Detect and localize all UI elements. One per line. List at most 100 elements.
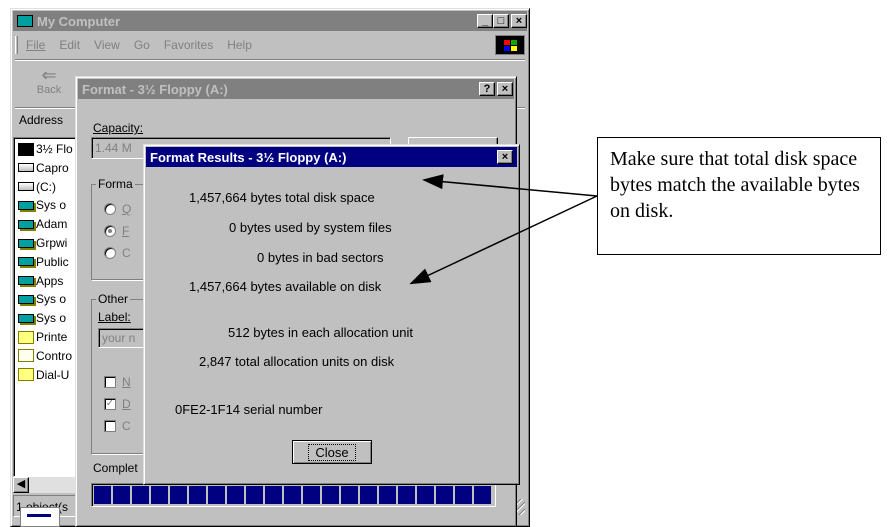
allocation-unit-size: 512 bytes in each allocation unit [228,325,414,340]
back-label: Back [36,84,62,96]
minimize-button[interactable]: _ [477,14,493,28]
progress-block [379,486,396,504]
capro-icon [18,163,34,173]
bad-sectors-bytes: 0 bytes in bad sectors [257,250,384,265]
tree-item[interactable]: (C:) [18,178,56,196]
progress-fill [94,486,491,504]
tree-item[interactable]: 3½ Flo [18,140,73,158]
back-button[interactable]: ⇐ Back [29,66,69,96]
progress-block [246,486,263,504]
format-dialog-title: Format - 3½ Floppy (A:) [82,81,228,97]
no-label-checkbox-label: N [122,375,131,389]
menu-view[interactable]: View [94,38,120,52]
tree-item[interactable]: Capro [18,159,69,177]
capacity-value: 1.44 M [95,141,132,155]
tree-item[interactable]: Apps [18,272,63,290]
menu-bar: File Edit View Go Favorites Help [15,33,525,57]
progress-block [265,486,282,504]
tree-item-label: Dial-U [36,367,70,382]
progress-bar [91,483,496,507]
tree-item-label: Sys o [36,311,67,326]
copy-system-radio[interactable] [104,247,116,259]
no-label-checkbox[interactable] [104,376,116,388]
network-drive-icon [18,200,34,210]
results-titlebar[interactable]: Format Results - 3½ Floppy (A:) [146,147,517,167]
control-panel-icon [18,349,34,363]
menu-go[interactable]: Go [134,38,150,52]
full-radio[interactable] [104,225,116,237]
close-button[interactable]: × [511,14,527,28]
my-computer-titlebar[interactable]: My Computer [13,11,527,31]
network-drive-icon [18,238,34,248]
tree-item-label: Printe [36,330,68,344]
results-close-label: Close [308,443,356,461]
network-drive-icon [18,313,34,323]
progress-block [360,486,377,504]
tree-item-label: Capro [36,160,69,175]
progress-block [341,486,358,504]
progress-block [322,486,339,504]
menu-file[interactable]: File [26,38,45,52]
copy-system-radio-label: C [122,246,131,260]
network-drive-icon [18,257,34,267]
results-close-x-button[interactable]: × [497,150,513,164]
tree-item-label: Grpwi [36,236,68,250]
capacity-label: Capacity: [93,121,144,135]
tree-item-label: (C:) [36,179,56,194]
format-close-button[interactable]: × [497,82,513,96]
menu-edit[interactable]: Edit [59,38,80,52]
copy-system-files-checkbox-label: C [122,419,131,433]
callout-note: Make sure that total disk space bytes ma… [597,137,881,255]
tree-item[interactable]: Printe [18,328,67,346]
full-radio-label: F [122,224,130,238]
available-bytes: 1,457,664 bytes available on disk [189,279,382,294]
back-arrow-icon: ⇐ [41,65,57,85]
results-close-button[interactable]: Close [292,440,372,464]
window-title: My Computer [37,13,121,29]
tree-item-label: 3½ Flo [36,142,73,156]
drive-icon [18,182,34,192]
network-drive-icon [18,219,34,229]
progress-block [208,486,225,504]
taskbar-fragment [20,507,60,527]
menu-favorites[interactable]: Favorites [164,38,213,52]
printers-folder-icon [18,330,34,344]
tree-item[interactable]: Sys o [18,290,66,308]
tree-item[interactable]: Sys o [18,196,66,214]
progress-block [227,486,244,504]
maximize-button[interactable]: □ [493,14,509,28]
progress-block [455,486,472,504]
tree-item-label: Public [36,254,69,269]
windows-logo-icon [495,35,525,55]
address-label: Address [19,113,64,127]
progress-block [132,486,149,504]
quick-radio[interactable] [104,203,116,215]
serial-number: 0FE2-1F14 serial number [175,402,323,417]
tree-item-label: Sys o [36,292,67,307]
system-files-bytes: 0 bytes used by system files [229,220,392,235]
tree-item[interactable]: Dial-U [18,366,69,384]
display-summary-checkbox[interactable]: ✓ [104,398,116,410]
tree-item-label: Adam [36,217,68,232]
progress-block [170,486,187,504]
tree-item[interactable]: Grpwi [18,234,67,252]
format-dialog-titlebar[interactable]: Format - 3½ Floppy (A:) [78,79,514,99]
copy-system-files-checkbox[interactable] [104,420,116,432]
callout-text: Make sure that total disk space bytes ma… [610,148,860,222]
total-allocation-units: 2,847 total allocation units on disk [199,354,395,369]
progress-block [284,486,301,504]
format-results-dialog: Format Results - 3½ Floppy (A:) × 1,457,… [143,144,520,485]
results-title: Format Results - 3½ Floppy (A:) [150,149,347,165]
menu-help[interactable]: Help [227,38,252,52]
format-help-button[interactable]: ? [479,82,495,96]
progress-block [398,486,415,504]
tree-item[interactable]: Public [18,253,69,271]
scroll-left-button[interactable]: ◀ [13,477,29,493]
tree-item[interactable]: Contro [18,347,72,365]
complete-label: Complet [93,461,138,475]
disk-icon [18,142,34,156]
tree-item[interactable]: Adam [18,215,67,233]
progress-block [436,486,453,504]
progress-block [94,486,111,504]
tree-item[interactable]: Sys o [18,309,66,327]
